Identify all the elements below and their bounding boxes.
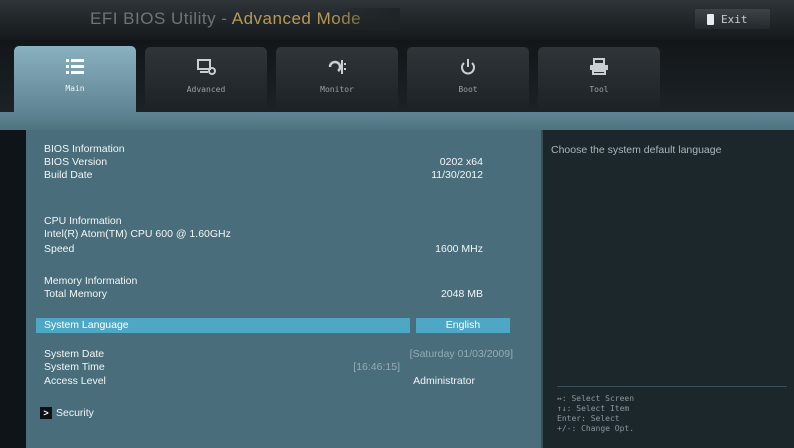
system-time-value[interactable]: [16:46:15]: [353, 361, 400, 374]
tab-bar: Main Advanced Monitor Boot Tool: [0, 40, 794, 112]
tab-main[interactable]: Main: [14, 46, 136, 112]
title-bar: EFI BIOS Utility - Advanced Mode Exit: [0, 0, 794, 40]
system-date-value[interactable]: [Saturday 01/03/2009]: [410, 348, 513, 361]
hint-divider: [557, 386, 787, 387]
tab-main-label: Main: [65, 84, 85, 93]
tab-monitor-label: Monitor: [320, 85, 354, 94]
tab-tool-label: Tool: [589, 85, 609, 94]
key-hints: ↔: Select Screen ↑↓: Select Item Enter: …: [557, 394, 634, 434]
bios-info-heading: BIOS Information: [44, 143, 125, 155]
cpu-model: Intel(R) Atom(TM) CPU 600 @ 1.60GHz: [44, 228, 231, 240]
system-language-label: System Language: [44, 319, 129, 331]
hint-enter-select: Enter: Select: [557, 414, 620, 423]
tab-tool[interactable]: Tool: [538, 47, 660, 110]
submenu-arrow-icon: >: [40, 407, 52, 419]
exit-button[interactable]: Exit: [695, 9, 770, 29]
exit-label: Exit: [721, 12, 748, 26]
system-language-row[interactable]: System Language: [36, 318, 410, 333]
cpu-info-heading: CPU Information: [44, 215, 122, 227]
bios-version-value: 0202 x64: [439, 156, 483, 168]
monitor-icon: [328, 60, 346, 74]
title-fade: [330, 8, 400, 30]
list-icon: [66, 59, 84, 74]
security-menu-item[interactable]: Security: [56, 407, 94, 419]
tab-boot[interactable]: Boot: [407, 47, 529, 110]
access-level-value: Administrator: [413, 375, 475, 387]
tab-content-strip: [0, 112, 794, 130]
access-level-label: Access Level: [44, 375, 106, 387]
build-date-label: Build Date: [44, 169, 93, 181]
tab-advanced[interactable]: Advanced: [145, 47, 267, 110]
total-memory-value: 2048 MB: [440, 288, 483, 300]
tab-monitor[interactable]: Monitor: [276, 47, 398, 110]
hint-select-item: ↑↓: Select Item: [557, 404, 630, 413]
total-memory-label: Total Memory: [44, 288, 108, 300]
hint-select-screen: ↔: Select Screen: [557, 394, 635, 403]
printer-icon: [590, 58, 608, 75]
help-panel: Choose the system default language ↔: Se…: [541, 130, 794, 448]
help-text: Choose the system default language: [551, 144, 722, 156]
bios-version-label: BIOS Version: [44, 156, 108, 168]
build-date-value: 11/30/2012: [431, 169, 483, 181]
power-icon: [461, 59, 475, 75]
cpu-speed-value: 1600 MHz: [435, 243, 483, 255]
main-panel: BIOS Information BIOS Version 0202 x64 B…: [26, 130, 541, 448]
title-prefix: EFI BIOS Utility -: [90, 9, 232, 28]
system-date-label: System Date: [44, 348, 105, 360]
tab-boot-label: Boot: [458, 85, 478, 94]
hint-change-opt: +/-: Change Opt.: [557, 424, 635, 433]
system-time-label: System Time: [44, 361, 105, 373]
exit-door-icon: [707, 13, 714, 25]
tab-advanced-label: Advanced: [186, 85, 226, 94]
system-language-select[interactable]: English: [416, 318, 510, 333]
memory-info-heading: Memory Information: [44, 275, 138, 287]
advanced-icon: [197, 59, 216, 75]
window-title: EFI BIOS Utility - Advanced Mode: [90, 9, 361, 29]
cpu-speed-label: Speed: [44, 243, 75, 255]
